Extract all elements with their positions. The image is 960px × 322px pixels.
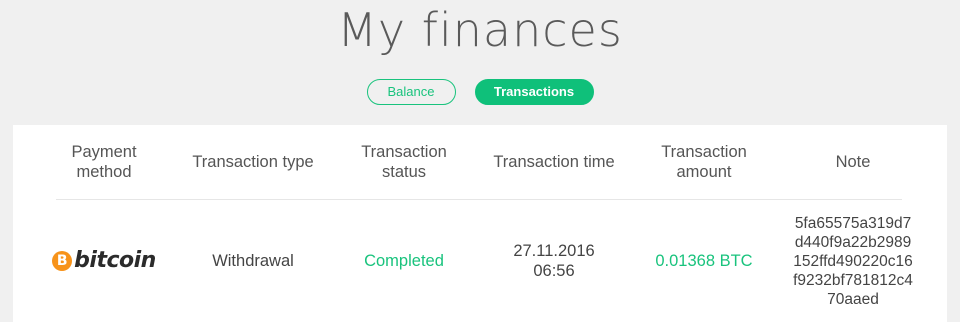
- transaction-amount-cell: 0.01368 BTC: [655, 252, 753, 270]
- note-cell: 5fa65575a319d7d440f9a22b2989152ffd490220…: [786, 200, 920, 322]
- note-text: 5fa65575a319d7d440f9a22b2989152ffd490220…: [793, 214, 913, 308]
- transactions-table: Payment method Transaction type Transact…: [13, 125, 947, 322]
- bitcoin-wordmark: bitcoin: [74, 248, 156, 273]
- header-transaction-amount: Transaction amount: [661, 143, 747, 181]
- transaction-type-cell: Withdrawal: [212, 252, 294, 270]
- table-row: B bitcoin Withdrawal Completed 27.11.201…: [52, 200, 913, 322]
- header-payment-method: Payment method: [71, 143, 137, 181]
- bitcoin-icon: B: [52, 251, 73, 271]
- header-transaction-type: Transaction type: [192, 153, 314, 171]
- page-title: My finances: [337, 3, 623, 57]
- header-transaction-time: Transaction time: [493, 153, 615, 171]
- payment-method-cell: B bitcoin: [52, 200, 156, 322]
- tab-balance[interactable]: Balance: [366, 79, 456, 105]
- tab-transactions[interactable]: Transactions: [474, 79, 594, 105]
- transaction-status-cell: Completed: [364, 252, 444, 270]
- transaction-time-text: 27.11.2016 06:56: [513, 242, 595, 280]
- header-transaction-status: Transaction status: [361, 143, 447, 181]
- bitcoin-logo: B bitcoin: [52, 248, 156, 273]
- tabs: Balance Transactions: [0, 79, 960, 105]
- transaction-time-cell: 27.11.2016 06:56: [474, 200, 634, 322]
- table-header: Payment method Transaction type Transact…: [56, 125, 902, 200]
- header-note: Note: [835, 153, 871, 171]
